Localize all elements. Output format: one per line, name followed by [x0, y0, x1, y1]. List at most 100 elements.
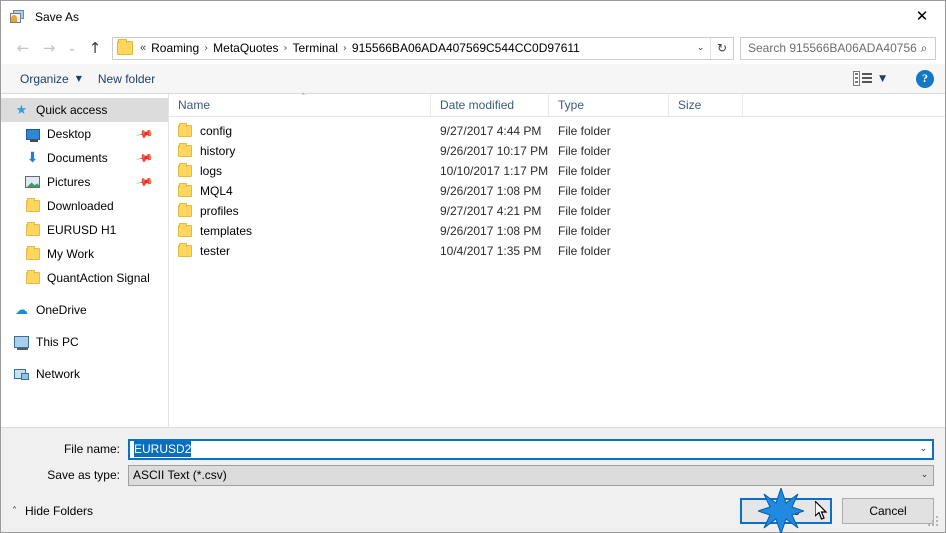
file-list-pane: Name ˄ Date modified Type Size config 9/… — [169, 93, 945, 427]
file-name-cell: tester — [169, 243, 431, 258]
dialog-footer: ˄ Hide Folders Save Cancel — [1, 490, 945, 532]
recent-locations-icon[interactable]: ⌄ — [62, 36, 82, 60]
folder-icon — [117, 39, 133, 55]
breadcrumb-item-instance[interactable]: 915566BA06ADA407569C544CC0D97611 — [349, 41, 583, 55]
sidebar-item-downloaded[interactable]: Downloaded — [1, 194, 168, 218]
breadcrumb-separator-icon: › — [283, 42, 288, 54]
folder-icon — [178, 183, 192, 197]
folder-icon — [178, 123, 192, 137]
chevron-down-icon: ▼ — [75, 74, 82, 83]
save-form: File name: EURUSD2 ⌄ Save as type: ASCII… — [1, 427, 945, 490]
chevron-down-icon[interactable]: ⌄ — [915, 444, 932, 454]
breadcrumb-separator-icon: › — [204, 42, 209, 54]
sidebar-item-quantaction-signal[interactable]: QuantAction Signal — [1, 266, 168, 290]
title-bar: Save As ✕ — [1, 1, 945, 32]
navigation-sidebar: ★ Quick access Desktop 📌 ⬇ Documents 📌 P… — [1, 94, 169, 427]
view-list-icon — [853, 71, 873, 86]
table-row[interactable]: MQL4 9/26/2017 1:08 PM File folder — [169, 181, 945, 201]
content-area: ★ Quick access Desktop 📌 ⬇ Documents 📌 P… — [1, 93, 945, 427]
filetype-row: Save as type: ASCII Text (*.csv) ⌄ — [1, 464, 945, 486]
resize-grip[interactable] — [928, 516, 940, 528]
filename-input[interactable]: EURUSD2 ⌄ — [128, 438, 934, 460]
address-bar[interactable]: « Roaming › MetaQuotes › Terminal › 9155… — [112, 36, 734, 60]
file-date-cell: 9/27/2017 4:21 PM — [440, 204, 542, 218]
table-row[interactable]: tester 10/4/2017 1:35 PM File folder — [169, 241, 945, 261]
sidebar-item-eurusd-h1[interactable]: EURUSD H1 — [1, 218, 168, 242]
breadcrumb-overflow-icon[interactable]: « — [138, 42, 148, 54]
filetype-select[interactable]: ASCII Text (*.csv) ⌄ — [128, 464, 934, 486]
file-name-label: templates — [200, 224, 253, 238]
back-icon[interactable]: ← — [10, 36, 36, 60]
help-button[interactable]: ? — [916, 69, 934, 88]
pictures-icon — [23, 176, 42, 188]
folder-icon — [23, 198, 42, 212]
table-row[interactable]: profiles 9/27/2017 4:21 PM File folder — [169, 201, 945, 221]
file-name-label: tester — [200, 244, 231, 258]
table-row[interactable]: templates 9/26/2017 1:08 PM File folder — [169, 221, 945, 241]
refresh-icon[interactable]: ↻ — [710, 37, 733, 59]
table-row[interactable]: history 9/26/2017 10:17 PM File folder — [169, 141, 945, 161]
folder-icon — [23, 270, 42, 284]
pin-icon[interactable]: 📌 — [136, 125, 155, 144]
column-header-row: Name ˄ Date modified Type Size — [169, 93, 945, 117]
column-header-type[interactable]: Type — [549, 94, 669, 116]
forward-icon[interactable]: → — [36, 36, 62, 60]
view-options-button[interactable]: ▼ — [845, 68, 894, 90]
file-rows: config 9/27/2017 4:44 PM File folder his… — [169, 117, 945, 427]
sidebar-item-documents[interactable]: ⬇ Documents 📌 — [1, 146, 168, 170]
chevron-down-icon[interactable]: ⌄ — [691, 38, 710, 59]
table-row[interactable]: config 9/27/2017 4:44 PM File folder — [169, 121, 945, 141]
organize-button[interactable]: Organize ▼ — [12, 68, 90, 90]
chevron-down-icon[interactable]: ⌄ — [916, 470, 933, 480]
sidebar-item-desktop[interactable]: Desktop 📌 — [1, 122, 168, 146]
star-icon: ★ — [15, 102, 28, 118]
sidebar-item-pictures[interactable]: Pictures 📌 — [1, 170, 168, 194]
filename-row: File name: EURUSD2 ⌄ — [1, 438, 945, 460]
folder-icon — [178, 223, 192, 237]
filetype-value: ASCII Text (*.csv) — [133, 468, 227, 482]
window-title: Save As — [35, 9, 80, 24]
organize-label: Organize — [20, 71, 69, 86]
breadcrumb-item-roaming[interactable]: Roaming — [148, 41, 202, 55]
file-type-cell: File folder — [558, 164, 611, 178]
network-icon — [12, 368, 31, 380]
breadcrumb-item-terminal[interactable]: Terminal — [290, 41, 341, 55]
pin-icon[interactable]: 📌 — [136, 149, 155, 168]
new-folder-button[interactable]: New folder — [90, 68, 163, 90]
sidebar-item-quick-access[interactable]: ★ Quick access — [1, 98, 168, 122]
sidebar-item-onedrive[interactable]: ☁ OneDrive — [1, 298, 168, 322]
sidebar-item-label: Documents — [47, 151, 108, 165]
pc-icon — [12, 336, 31, 350]
file-type-cell: File folder — [558, 124, 611, 138]
file-name-cell: MQL4 — [169, 183, 431, 198]
cloud-icon: ☁ — [15, 302, 28, 318]
file-date-cell: 9/26/2017 1:08 PM — [440, 224, 542, 238]
sidebar-item-network[interactable]: Network — [1, 362, 168, 386]
table-row[interactable]: logs 10/10/2017 1:17 PM File folder — [169, 161, 945, 181]
cancel-button[interactable]: Cancel — [842, 498, 934, 524]
chevron-up-icon: ˄ — [12, 505, 17, 517]
breadcrumb: « Roaming › MetaQuotes › Terminal › 9155… — [138, 41, 691, 55]
filename-value: EURUSD2 — [130, 441, 915, 457]
search-placeholder: Search 915566BA06ADA40756... — [748, 41, 917, 55]
file-type-cell: File folder — [558, 224, 611, 238]
download-arrow-icon: ⬇ — [26, 150, 39, 166]
folder-icon — [23, 246, 42, 260]
sidebar-item-label: QuantAction Signal — [47, 271, 150, 285]
search-input[interactable]: Search 915566BA06ADA40756... ⌕ — [740, 36, 936, 60]
close-icon[interactable]: ✕ — [899, 1, 945, 32]
column-header-date-modified[interactable]: Date modified — [431, 94, 549, 116]
breadcrumb-item-metaquotes[interactable]: MetaQuotes — [210, 41, 281, 55]
up-icon[interactable]: ↑ — [82, 36, 108, 60]
file-name-label: MQL4 — [200, 184, 233, 198]
sidebar-item-my-work[interactable]: My Work — [1, 242, 168, 266]
column-header-label: Name — [178, 98, 211, 112]
file-name-cell: logs — [169, 163, 431, 178]
save-button[interactable]: Save — [740, 498, 832, 524]
column-header-name[interactable]: Name ˄ — [169, 93, 431, 116]
sidebar-item-this-pc[interactable]: This PC — [1, 330, 168, 354]
column-header-size[interactable]: Size — [669, 94, 743, 116]
sidebar-item-label: This PC — [36, 335, 79, 349]
hide-folders-button[interactable]: ˄ Hide Folders — [12, 504, 93, 518]
pin-icon[interactable]: 📌 — [136, 173, 155, 192]
